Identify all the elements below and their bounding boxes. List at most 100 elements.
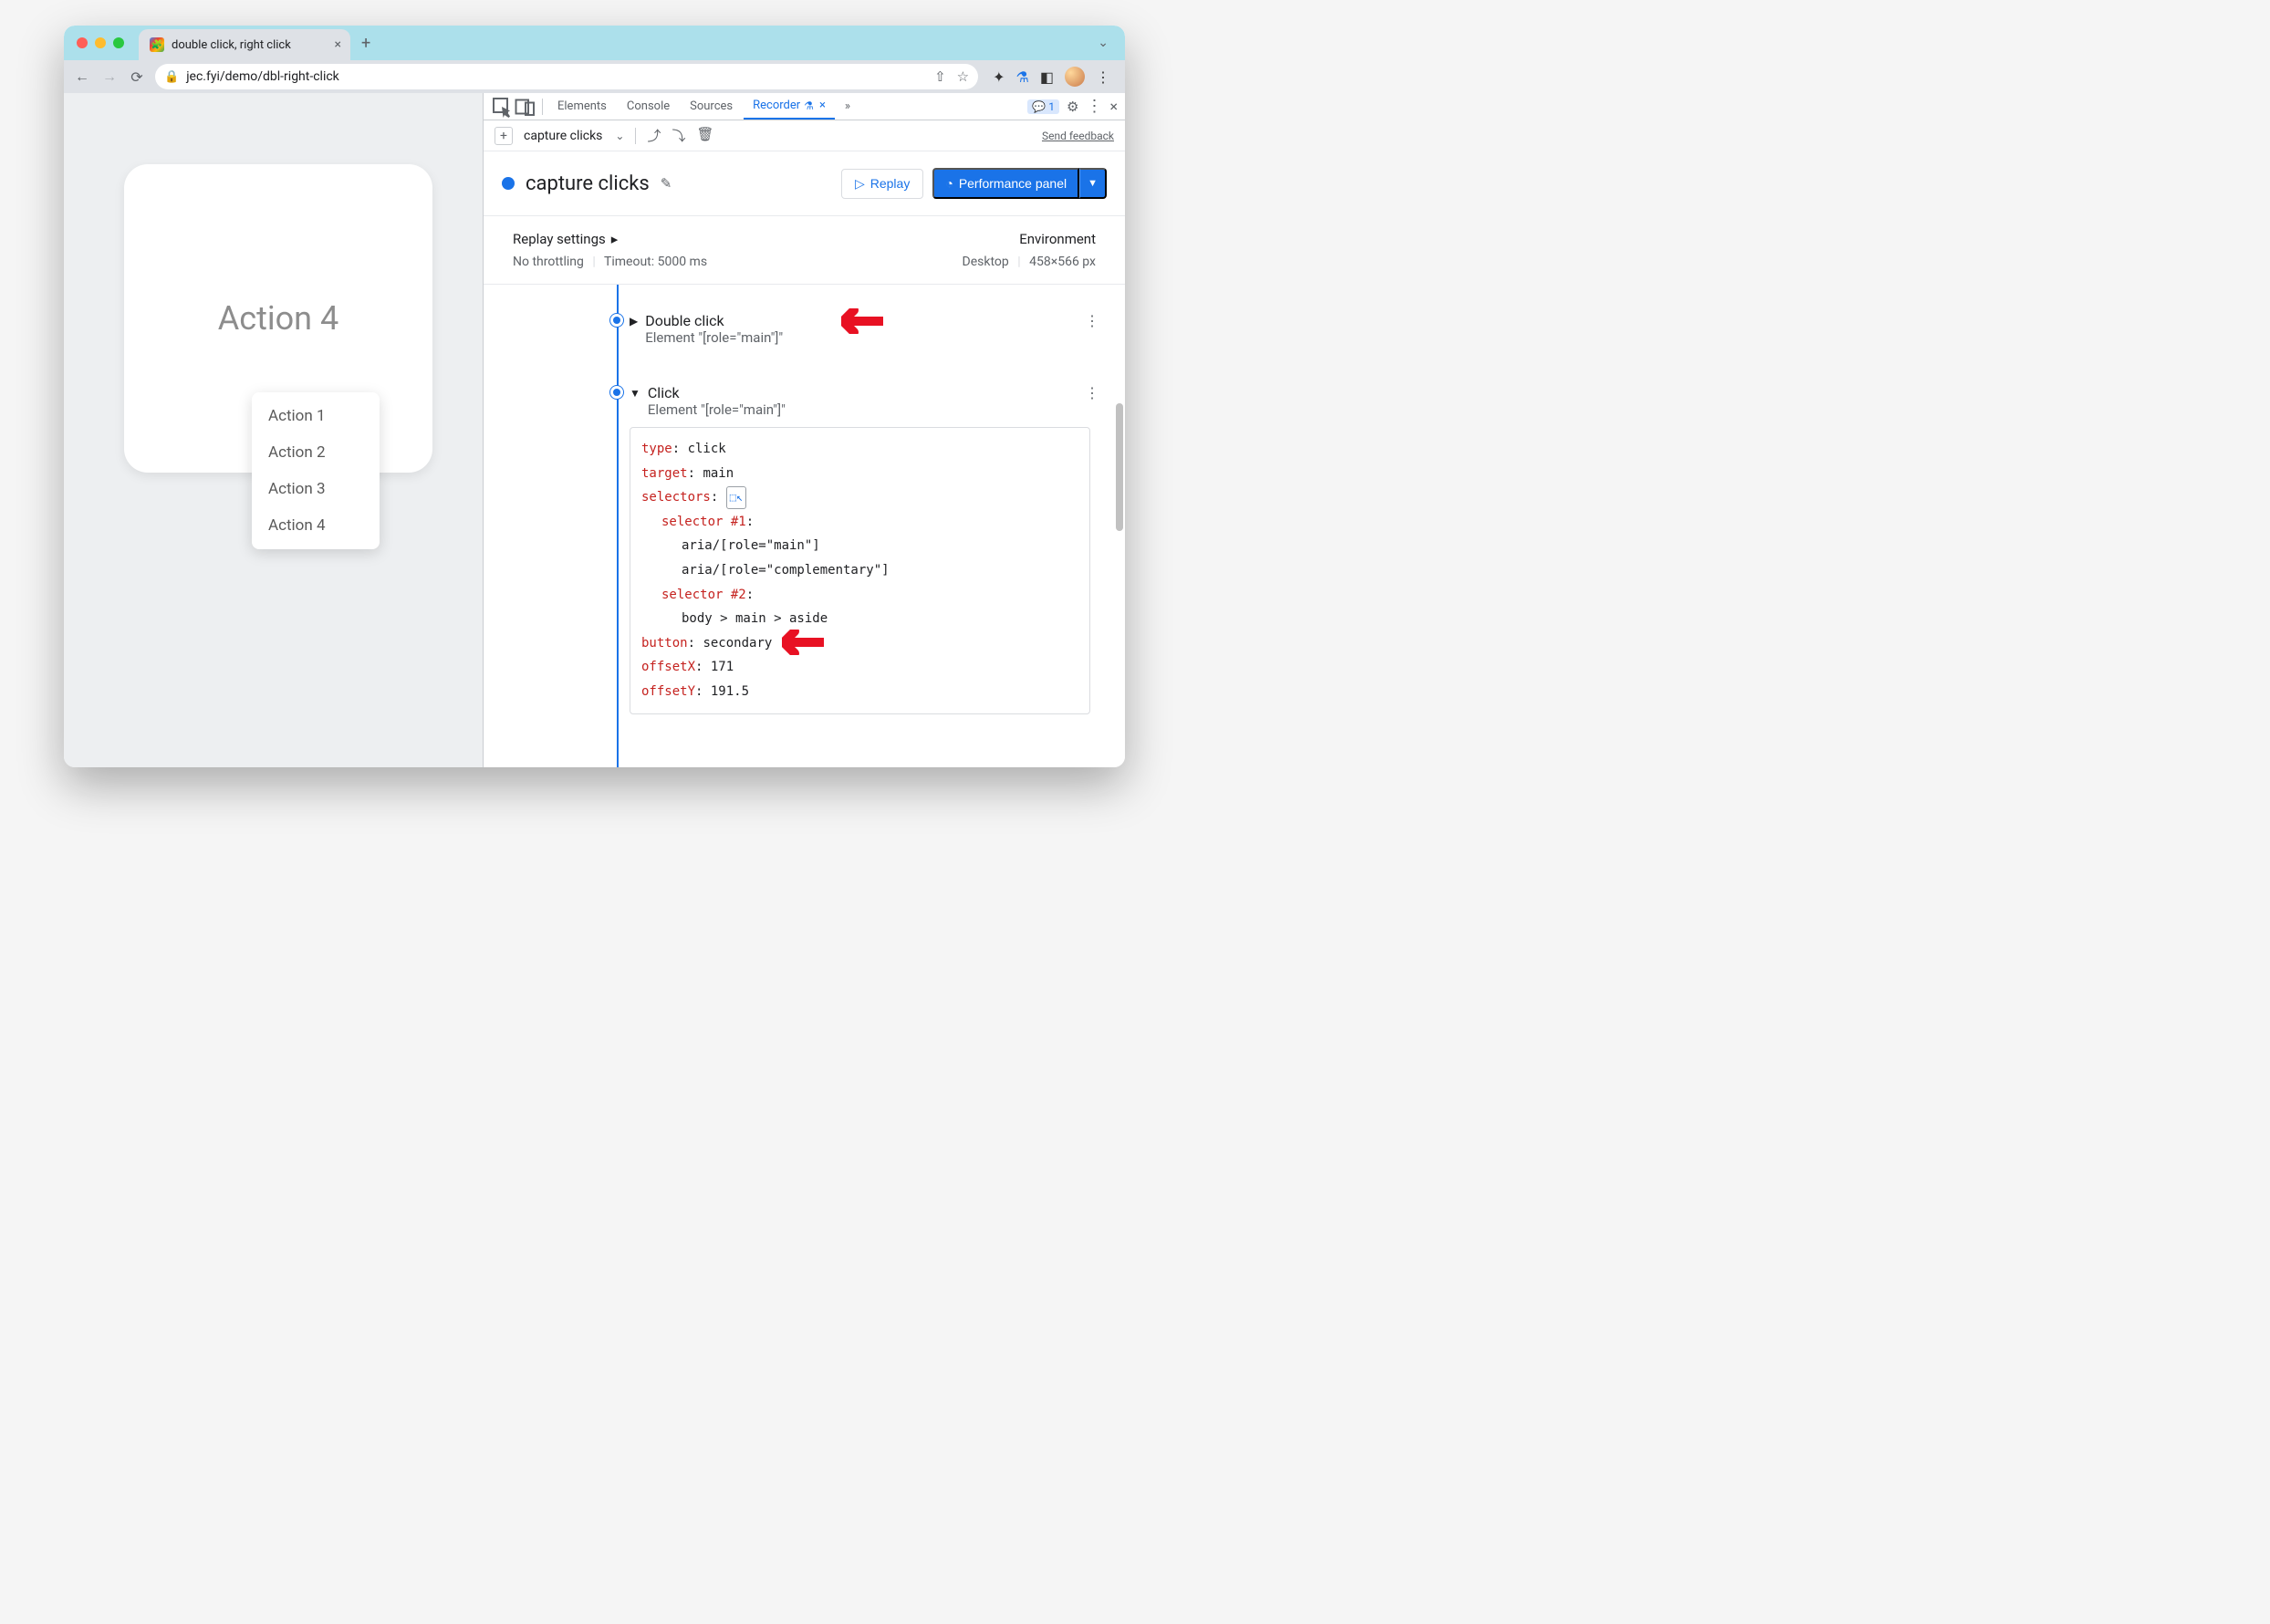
flask-icon[interactable]: ⚗ (1016, 68, 1029, 86)
tab-recorder[interactable]: Recorder⚗ × (744, 93, 835, 120)
extensions: ✦ ⚗ ◧ ⋮ (987, 67, 1116, 87)
close-window[interactable] (77, 37, 88, 48)
new-recording-button[interactable]: + (495, 127, 513, 145)
step-double-click[interactable]: ▶ Double click Element "[role="main"]" ⋮ (630, 305, 1112, 353)
selector1-b: aria/[role="complementary"] (641, 558, 1078, 583)
play-icon: ▷ (855, 176, 865, 192)
step-name: Double click (645, 312, 783, 329)
menu-item-2[interactable]: Action 2 (252, 434, 380, 471)
edit-title-icon[interactable]: ✎ (661, 175, 672, 192)
issues-badge[interactable]: 💬1 (1027, 99, 1059, 114)
step-element: Element "[role="main"]" (645, 329, 783, 346)
recording-title: capture clicks (526, 172, 650, 195)
export-icon[interactable]: ⤴ (647, 126, 661, 145)
detail-button: button: secondary (641, 631, 1078, 656)
detail-target: target: main (641, 462, 1078, 486)
devtools-panel: Elements Console Sources Recorder⚗ × » 💬… (483, 93, 1125, 767)
bookmark-icon[interactable]: ☆ (957, 68, 969, 85)
step-menu-icon[interactable]: ⋮ (1085, 384, 1112, 401)
tab-console[interactable]: Console (618, 93, 679, 120)
settings-icon[interactable]: ⚙ (1067, 99, 1078, 115)
inspect-icon[interactable] (491, 96, 513, 118)
step-menu-icon[interactable]: ⋮ (1085, 312, 1112, 329)
forward-button[interactable]: → (100, 68, 119, 86)
close-tab-icon[interactable]: × (819, 99, 826, 112)
step-dot-icon (613, 389, 620, 396)
step-click[interactable]: ▼ Click Element "[role="main"]" ⋮ type: … (630, 377, 1112, 722)
devtools-tabs: Elements Console Sources Recorder⚗ × » 💬… (484, 93, 1125, 120)
device-value: Desktop (963, 255, 1009, 269)
more-tabs-icon[interactable]: » (837, 96, 859, 118)
environment-label: Environment (1019, 231, 1096, 247)
devtools-close-icon[interactable]: × (1109, 98, 1118, 115)
back-button[interactable]: ← (73, 68, 91, 86)
minimize-window[interactable] (95, 37, 106, 48)
menu-item-4[interactable]: Action 4 (252, 507, 380, 544)
recording-select-chevron[interactable]: ⌄ (615, 130, 624, 142)
gauge-icon: ◔ (945, 176, 953, 191)
tabs-overflow-icon[interactable]: ⌄ (1098, 36, 1112, 50)
step-name: Click (648, 384, 786, 401)
new-tab-button[interactable]: + (361, 34, 370, 53)
extensions-icon[interactable]: ✦ (993, 68, 1005, 86)
annotation-arrow-icon (841, 308, 883, 334)
send-feedback-link[interactable]: Send feedback (1042, 130, 1114, 142)
collapse-icon[interactable]: ▼ (630, 387, 640, 400)
import-icon[interactable]: ⤵ (672, 126, 685, 145)
experimental-icon: ⚗ (804, 99, 814, 112)
menu-item-3[interactable]: Action 3 (252, 471, 380, 507)
recording-select-label: capture clicks (524, 129, 602, 143)
tab-title: double click, right click (172, 38, 328, 52)
rendered-page: Action 4 Action 1 Action 2 Action 3 Acti… (64, 93, 483, 767)
titlebar: 🧩 double click, right click × + ⌄ (64, 26, 1125, 60)
recorder-settings: Replay settings ▸ Environment No throttl… (484, 216, 1125, 285)
replay-button[interactable]: ▷ Replay (841, 169, 923, 199)
card-title: Action 4 (218, 299, 338, 338)
throttling-value: No throttling (513, 255, 584, 269)
performance-dropdown[interactable]: ▼ (1079, 168, 1107, 199)
url-text: jec.fyi/demo/dbl-right-click (186, 69, 339, 84)
chat-icon: 💬 (1032, 100, 1046, 113)
detail-selector1: selector #1: (641, 510, 1078, 535)
browser-tab[interactable]: 🧩 double click, right click × (139, 29, 350, 60)
tab-elements[interactable]: Elements (548, 93, 616, 120)
favicon-icon: 🧩 (150, 37, 164, 52)
recording-indicator-icon (502, 177, 515, 190)
detail-offsety: offsetY: 191.5 (641, 680, 1078, 704)
replay-settings-toggle[interactable]: Replay settings ▸ (513, 231, 618, 247)
performance-panel-button[interactable]: ◔ Performance panel (932, 168, 1079, 199)
detail-selectors: selectors: ⬚↖ (641, 485, 1078, 510)
expand-icon[interactable]: ▶ (630, 315, 638, 328)
step-dot-icon (613, 317, 620, 324)
reload-button[interactable]: ⟳ (128, 68, 146, 86)
maximize-window[interactable] (113, 37, 124, 48)
device-toggle-icon[interactable] (515, 96, 536, 118)
timeline-line (617, 285, 619, 767)
lock-icon: 🔒 (164, 70, 179, 84)
selector-picker-icon[interactable]: ⬚↖ (726, 486, 746, 509)
content-area: Action 4 Action 1 Action 2 Action 3 Acti… (64, 93, 1125, 767)
profile-avatar[interactable] (1065, 67, 1085, 87)
selector1-a: aria/[role="main"] (641, 534, 1078, 558)
recorder-steps: ▶ Double click Element "[role="main"]" ⋮ (484, 285, 1125, 767)
detail-type: type: click (641, 437, 1078, 462)
delete-icon[interactable]: 🗑 (697, 126, 714, 145)
tab-sources[interactable]: Sources (681, 93, 742, 120)
share-icon[interactable]: ⇧ (934, 68, 946, 85)
context-menu: Action 1 Action 2 Action 3 Action 4 (252, 392, 380, 549)
close-tab-icon[interactable]: × (335, 37, 341, 52)
recorder-toolbar: + capture clicks ⌄ ⤴ ⤵ 🗑 Send feedback (484, 120, 1125, 151)
detail-selector2: selector #2: (641, 583, 1078, 608)
annotation-arrow-icon (782, 630, 824, 655)
step-element: Element "[role="main"]" (648, 401, 786, 418)
devtools-menu-icon[interactable]: ⋮ (1086, 97, 1102, 116)
browser-menu-icon[interactable]: ⋮ (1096, 68, 1110, 86)
timeout-value: Timeout: 5000 ms (604, 255, 707, 269)
chevron-right-icon: ▸ (611, 231, 619, 247)
panel-icon[interactable]: ◧ (1040, 68, 1054, 86)
scrollbar[interactable] (1116, 403, 1123, 531)
recording-header: capture clicks ✎ ▷ Replay ◔ Performance … (484, 151, 1125, 216)
address-bar[interactable]: 🔒 jec.fyi/demo/dbl-right-click ⇧ ☆ (155, 64, 978, 89)
menu-item-1[interactable]: Action 1 (252, 398, 380, 434)
browser-window: 🧩 double click, right click × + ⌄ ← → ⟳ … (64, 26, 1125, 767)
